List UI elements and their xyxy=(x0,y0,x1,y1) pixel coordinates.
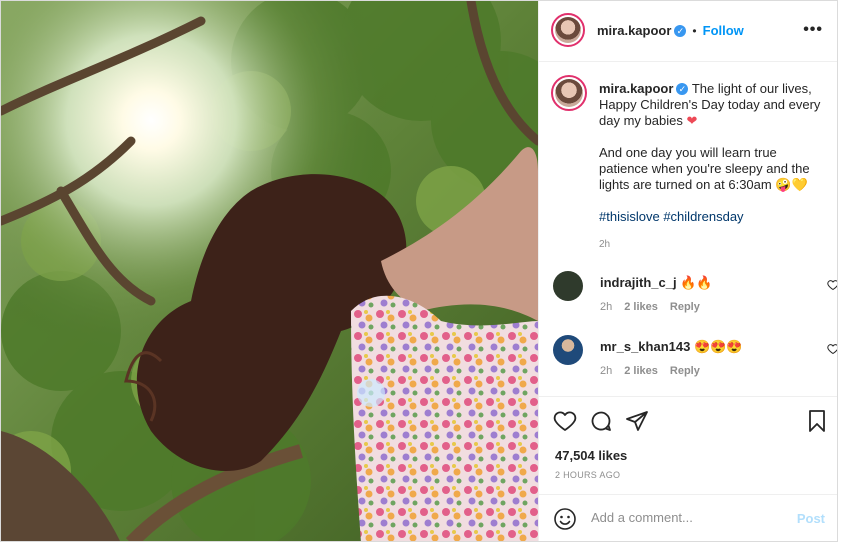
comment-emoji: 😍😍😍 xyxy=(693,339,743,354)
post-photo[interactable] xyxy=(1,1,538,541)
caption-username[interactable]: mira.kapoor xyxy=(599,81,673,96)
photo-illustration xyxy=(1,1,538,541)
verified-badge-icon: ✓ xyxy=(676,83,689,95)
comment-time[interactable]: 2h xyxy=(600,301,612,313)
post-actions: 47,504 likes 2 HOURS AGO xyxy=(539,396,837,487)
comment-heart-icon[interactable] xyxy=(827,343,838,355)
comment-likes[interactable]: 2 likes xyxy=(624,301,658,313)
heart-icon[interactable] xyxy=(553,409,577,433)
comment-text: indrajith_c_j 🔥🔥 xyxy=(600,275,713,291)
caption-time[interactable]: 2h xyxy=(599,237,829,253)
comment-text: mr_s_khan143 😍😍😍 xyxy=(600,339,743,355)
comment-meta: 2h 2 likes Reply xyxy=(600,365,712,377)
comment-heart-icon[interactable] xyxy=(827,279,838,291)
hashtag-link[interactable]: #thisislove xyxy=(599,209,660,224)
author-username[interactable]: mira.kapoor xyxy=(597,23,671,38)
comment-username[interactable]: mr_s_khan143 xyxy=(600,339,690,354)
comment-bubble-icon[interactable] xyxy=(589,409,613,433)
caption-emoji-2: 🤪💛 xyxy=(775,177,808,192)
likes-count[interactable]: 47,504 likes xyxy=(555,448,627,463)
comment-input[interactable] xyxy=(589,509,783,526)
comment-reply-button[interactable]: Reply xyxy=(670,365,700,377)
caption-author-avatar[interactable] xyxy=(551,75,587,111)
add-comment-bar: Post xyxy=(539,494,837,541)
post-side-panel: mira.kapoor ✓ • Follow ••• mira.kapoor ✓ The… xyxy=(538,1,838,541)
more-options-icon[interactable]: ••• xyxy=(803,21,823,39)
verified-badge-icon: ✓ xyxy=(674,25,687,37)
post-header: mira.kapoor ✓ • Follow ••• xyxy=(539,1,837,62)
post-comment-button[interactable]: Post xyxy=(797,511,825,526)
comment-meta: 2h 2 likes Reply xyxy=(600,301,712,313)
red-heart-emoji: ❤ xyxy=(686,113,698,128)
comment-emoji: 🔥🔥 xyxy=(680,275,713,290)
commenter-avatar[interactable] xyxy=(553,335,583,365)
comment-username[interactable]: indrajith_c_j xyxy=(600,275,677,290)
follow-button[interactable]: Follow xyxy=(703,23,744,38)
post-modal: mira.kapoor ✓ • Follow ••• mira.kapoor ✓ The… xyxy=(0,0,838,542)
separator-dot: • xyxy=(692,24,697,38)
hashtag-link[interactable]: #childrensday xyxy=(663,209,743,224)
comment-reply-button[interactable]: Reply xyxy=(670,301,700,313)
commenter-avatar[interactable] xyxy=(553,271,583,301)
post-timestamp[interactable]: 2 HOURS AGO xyxy=(555,470,620,480)
smiley-icon[interactable] xyxy=(553,507,577,531)
bookmark-icon[interactable] xyxy=(805,409,829,433)
comment-likes[interactable]: 2 likes xyxy=(624,365,658,377)
paper-plane-icon[interactable] xyxy=(625,409,649,433)
comment-time[interactable]: 2h xyxy=(600,365,612,377)
author-avatar[interactable] xyxy=(551,13,585,47)
post-caption: mira.kapoor ✓ The light of our lives, Hap… xyxy=(599,81,829,253)
header-author-row: mira.kapoor ✓ • Follow xyxy=(597,22,744,40)
